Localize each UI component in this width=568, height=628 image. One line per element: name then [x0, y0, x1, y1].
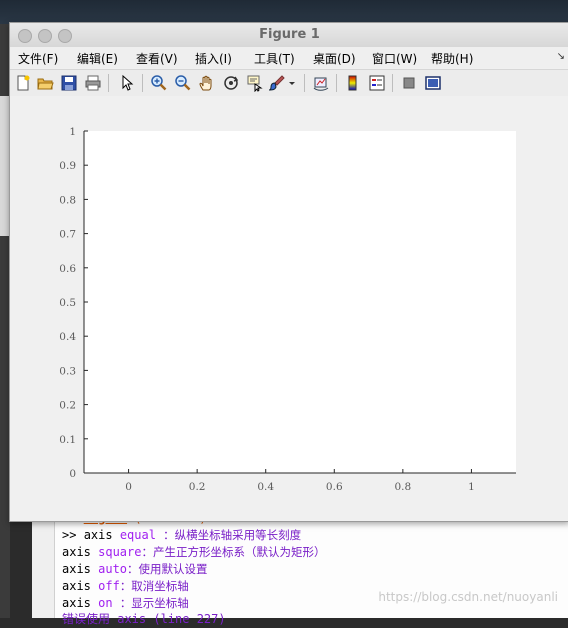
menu-insert[interactable]: 插入(I)	[195, 50, 232, 67]
console-line-1: >> axis equal ：纵横坐标轴采用等长刻度	[62, 528, 302, 542]
toolbar-separator	[142, 74, 143, 92]
menu-window[interactable]: 窗口(W)	[372, 50, 417, 67]
y-tick-label: 0.8	[59, 194, 76, 206]
menu-desktop[interactable]: 桌面(D)	[313, 50, 356, 67]
toolbar-separator	[108, 74, 109, 92]
axes-plot[interactable]: 0 0.1 0.2 0.3 0.4 0.5 0.6 0.7 0.8 0.9 1 0 0.2 0.4 0.6 0…	[10, 96, 568, 521]
y-tick-label: 0.7	[59, 229, 76, 241]
x-tick-label: 0.6	[326, 481, 343, 493]
console-line-2: axis square：产生正方形坐标系（默认为矩形）	[62, 545, 326, 559]
y-tick-label: 0	[69, 468, 76, 480]
hide-plot-tools-icon[interactable]	[400, 74, 418, 92]
menu-edit[interactable]: 编辑(E)	[77, 50, 118, 67]
zoom-in-icon[interactable]	[150, 74, 168, 92]
figure-window[interactable]: Figure 1 文件(F) 编辑(E) 查看(V) 插入(I) 工具(T) 桌…	[9, 22, 568, 522]
desktop-topbar	[0, 0, 568, 24]
menu-help[interactable]: 帮助(H)	[431, 50, 473, 67]
dock-arrow-icon[interactable]: ↘	[557, 51, 565, 62]
x-tick-label: 0	[125, 481, 132, 493]
title-bar[interactable]: Figure 1	[10, 23, 568, 48]
print-icon[interactable]	[84, 74, 102, 92]
console-line-3: axis auto：使用默认设置	[62, 562, 208, 576]
menu-bar: 文件(F) 编辑(E) 查看(V) 插入(I) 工具(T) 桌面(D) 窗口(W…	[10, 47, 568, 68]
save-icon[interactable]	[60, 74, 78, 92]
new-figure-icon[interactable]	[14, 74, 32, 92]
colorbar-icon[interactable]	[344, 74, 362, 92]
link-plot-icon[interactable]	[312, 74, 330, 92]
toolbar-separator	[336, 74, 337, 92]
brush-dropdown-icon[interactable]	[288, 74, 296, 92]
axes-background	[84, 131, 516, 473]
pointer-icon[interactable]	[118, 74, 136, 92]
console-line-4: axis off：取消坐标轴	[62, 579, 189, 593]
y-tick-label: 0.9	[59, 160, 76, 172]
data-cursor-icon[interactable]	[246, 74, 264, 92]
figure-canvas[interactable]: 0 0.1 0.2 0.3 0.4 0.5 0.6 0.7 0.8 0.9 1 0 0.2 0.4 0.6 0…	[10, 96, 568, 521]
brush-icon[interactable]	[268, 74, 286, 92]
legend-icon[interactable]	[368, 74, 386, 92]
y-tick-label: 0.3	[59, 365, 76, 377]
figure-toolbar	[10, 69, 568, 97]
x-tick-label: 0.4	[257, 481, 274, 493]
y-tick-label: 0.5	[59, 297, 76, 309]
menu-tools[interactable]: 工具(T)	[254, 50, 295, 67]
menu-file[interactable]: 文件(F)	[18, 50, 58, 67]
menu-view[interactable]: 查看(V)	[136, 50, 178, 67]
toolbar-separator	[392, 74, 393, 92]
zoom-out-icon[interactable]	[174, 74, 192, 92]
x-tick-label: 1	[468, 481, 475, 493]
open-file-icon[interactable]	[36, 74, 54, 92]
x-tick-label: 0.2	[189, 481, 206, 493]
watermark: https://blog.csdn.net/nuoyanli	[378, 590, 558, 604]
y-tick-label: 0.4	[59, 331, 76, 343]
console-line-5: axis on ：显示坐标轴	[62, 596, 189, 610]
x-tick-label: 0.8	[395, 481, 412, 493]
show-plot-tools-icon[interactable]	[424, 74, 442, 92]
y-tick-label: 1	[69, 126, 76, 138]
y-tick-label: 0.2	[59, 400, 76, 412]
y-tick-label: 0.1	[59, 434, 76, 446]
toolbar-separator	[304, 74, 305, 92]
window-title: Figure 1	[259, 27, 320, 42]
console-line-cut: 错误使用 axis (line 227)	[62, 612, 226, 626]
pan-hand-icon[interactable]	[198, 74, 216, 92]
rotate-3d-icon[interactable]	[222, 74, 240, 92]
y-tick-label: 0.6	[59, 263, 76, 275]
